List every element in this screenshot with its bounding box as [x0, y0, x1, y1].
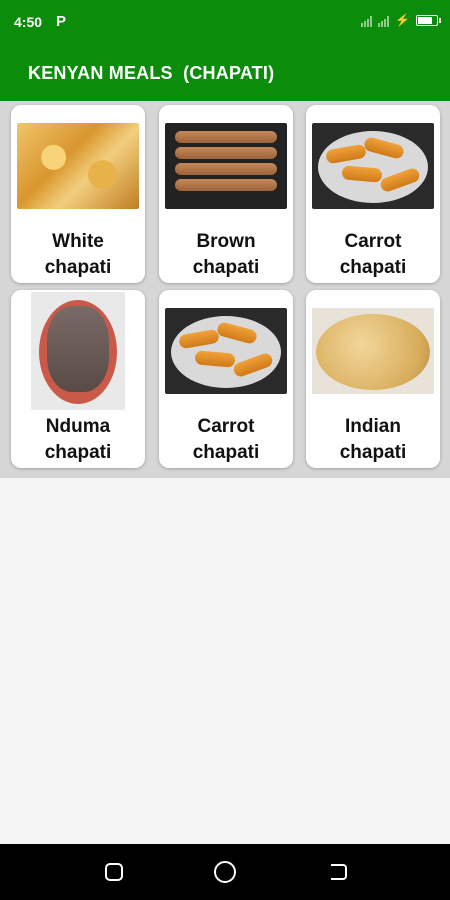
meal-card-brown-chapati[interactable]: Brown chapati: [159, 105, 293, 283]
system-nav-bar: [0, 844, 450, 900]
meal-label: White chapati: [44, 231, 112, 278]
notification-p-icon: P: [56, 13, 67, 30]
status-icons: ⚡: [361, 13, 441, 27]
charging-icon: ⚡: [395, 13, 410, 27]
meal-card-white-chapati[interactable]: White chapati: [11, 105, 145, 283]
status-bar: 4:50 P ⚡: [0, 0, 450, 45]
carrot-chapati-image: [165, 308, 287, 394]
white-chapati-image: [17, 123, 139, 209]
meal-label: Nduma chapati: [44, 416, 112, 463]
meal-label: Indian chapati: [339, 416, 407, 463]
back-icon[interactable]: [327, 861, 349, 883]
battery-icon: [416, 14, 441, 26]
nduma-chapati-image: [31, 292, 125, 410]
app-bar: KENYAN MEALS (CHAPATI): [0, 45, 450, 101]
meal-card-carrot-chapati[interactable]: Carrot chapati: [306, 105, 440, 283]
signal-icon: [361, 14, 373, 27]
meal-card-nduma-chapati[interactable]: Nduma chapati: [11, 290, 145, 468]
home-icon[interactable]: [214, 861, 236, 883]
status-time: 4:50: [14, 14, 43, 30]
meal-card-indian-chapati[interactable]: Indian chapati: [306, 290, 440, 468]
meal-card-carrot-chapati-2[interactable]: Carrot chapati: [159, 290, 293, 468]
meal-grid: White chapati Brown chapati Carrot chapati: [0, 101, 450, 478]
meal-label: Carrot chapati: [339, 231, 407, 278]
brown-chapati-image: [165, 123, 287, 209]
meal-label: Carrot chapati: [192, 416, 260, 463]
indian-chapati-image: [312, 308, 434, 394]
signal-icon-2: [378, 14, 390, 27]
page-title: KENYAN MEALS (CHAPATI): [28, 63, 275, 83]
carrot-chapati-image: [312, 123, 434, 209]
empty-content-area: [0, 478, 450, 844]
meal-label: Brown chapati: [192, 231, 260, 278]
recent-apps-icon[interactable]: [105, 863, 123, 881]
